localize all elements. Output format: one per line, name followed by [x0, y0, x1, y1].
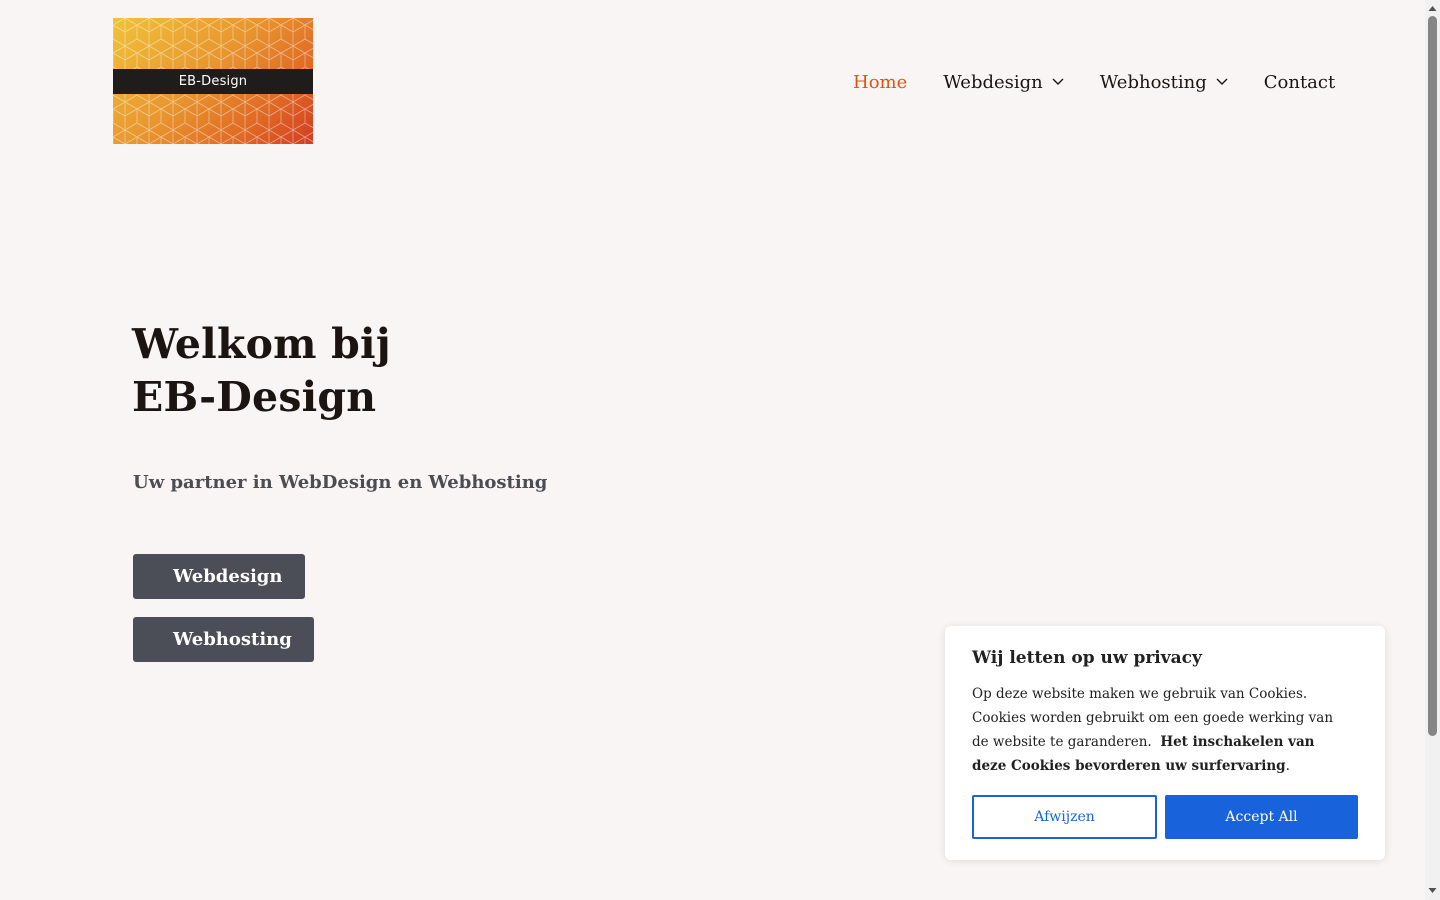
nav-item-label: Webhosting: [1099, 71, 1207, 93]
scrollbar-thumb[interactable]: [1428, 16, 1437, 736]
main-nav: Home Webdesign Webhosting Contact: [853, 70, 1335, 94]
hero-subtitle: Uw partner in WebDesign en Webhosting: [133, 472, 548, 493]
page-title-line2: EB-Design: [132, 373, 377, 421]
chevron-down-icon: [1216, 78, 1228, 85]
accept-all-cookies-button[interactable]: Accept All: [1165, 795, 1358, 839]
nav-item-webhosting[interactable]: Webhosting: [1100, 72, 1228, 93]
cookie-text-end: .: [1285, 758, 1290, 774]
reject-cookies-button[interactable]: Afwijzen: [972, 795, 1157, 839]
scroll-up-icon[interactable]: [1428, 4, 1437, 13]
nav-item-label: Home: [853, 71, 908, 93]
scrollbar[interactable]: [1425, 0, 1440, 900]
nav-item-label: Webdesign: [943, 71, 1043, 93]
cookie-title: Wij letten op uw privacy: [972, 648, 1202, 668]
chevron-down-icon: [1052, 78, 1064, 85]
logo-text: EB-Design: [113, 69, 313, 94]
webdesign-button[interactable]: Webdesign: [133, 554, 305, 599]
logo[interactable]: EB-Design: [113, 18, 313, 144]
cookie-text: Op deze website maken we gebruik van Coo…: [972, 682, 1342, 778]
nav-item-home[interactable]: Home: [853, 72, 907, 93]
webhosting-button-label: Webhosting: [173, 629, 292, 650]
page-title: Welkom bij EB-Design: [132, 318, 391, 424]
page-title-line1: Welkom bij: [132, 320, 391, 368]
cookie-consent-dialog: Wij letten op uw privacy Op deze website…: [945, 626, 1385, 860]
webdesign-button-label: Webdesign: [173, 566, 283, 587]
nav-item-label: Contact: [1263, 71, 1336, 93]
webhosting-button[interactable]: Webhosting: [133, 617, 314, 662]
nav-item-contact[interactable]: Contact: [1264, 72, 1335, 93]
nav-item-webdesign[interactable]: Webdesign: [943, 72, 1064, 93]
scroll-down-icon[interactable]: [1428, 886, 1437, 895]
